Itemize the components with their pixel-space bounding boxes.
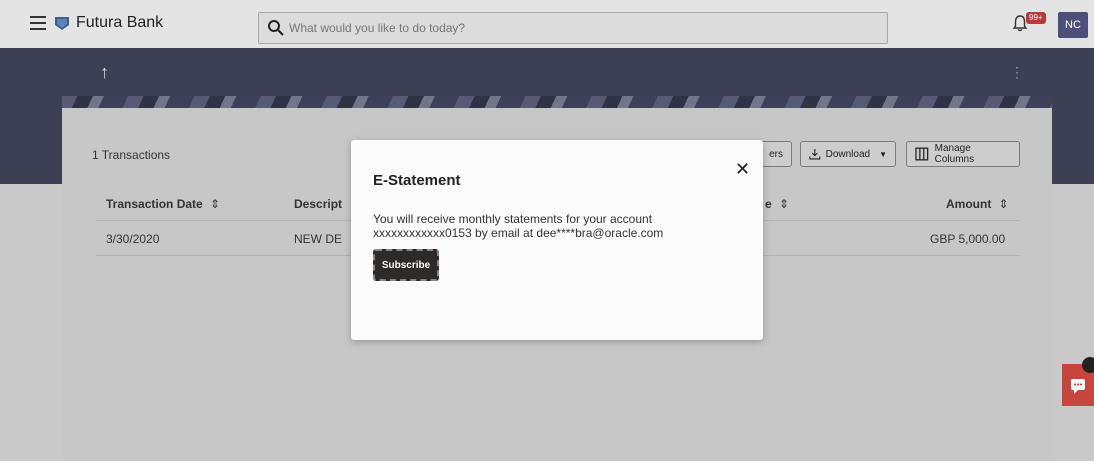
modal-message-line1: You will receive monthly statements for … (373, 212, 653, 226)
col-description-label: Descript (294, 197, 343, 211)
col-type[interactable]: e ⇕ (765, 197, 789, 211)
chat-indicator-dot (1082, 357, 1094, 373)
subscribe-button[interactable]: Subscribe (373, 249, 439, 281)
download-label: Download (825, 148, 871, 160)
col-type-label: e (765, 197, 772, 211)
col-amount-label: Amount (946, 197, 992, 211)
sort-icon: ⇕ (210, 197, 221, 211)
sort-icon: ⇕ (779, 197, 790, 211)
download-button[interactable]: Download ▼ (800, 141, 896, 167)
col-transaction-date-label: Transaction Date (106, 197, 203, 211)
col-description[interactable]: Descript (294, 197, 342, 211)
notification-badge: 99+ (1026, 12, 1046, 24)
caret-down-icon: ▼ (879, 149, 887, 159)
columns-icon (915, 147, 929, 161)
hamburger-menu-icon[interactable] (30, 16, 46, 30)
e-statement-modal: E-Statement ✕ You will receive monthly s… (351, 140, 763, 340)
up-arrow-icon[interactable]: ↑ (100, 62, 109, 83)
cell-date: 3/30/2020 (106, 232, 160, 246)
manage-columns-button[interactable]: Manage Columns (906, 141, 1020, 167)
sort-icon: ⇕ (998, 197, 1009, 211)
cell-amount: GBP 5,000.00 (930, 232, 1006, 246)
search-icon (268, 20, 284, 36)
brand-name[interactable]: Futura Bank (76, 14, 163, 32)
top-bar: Futura Bank 99+ NC (0, 0, 1094, 48)
search-box[interactable] (258, 12, 888, 44)
transactions-count: 1 Transactions (92, 148, 171, 162)
modal-message-line2: xxxxxxxxxxxx0153 by email at dee****bra@… (373, 226, 664, 240)
decorative-pattern (62, 96, 1052, 108)
close-icon[interactable]: ✕ (735, 160, 750, 178)
filters-label: ers (769, 148, 783, 160)
manage-columns-label: Manage Columns (934, 143, 975, 165)
col-transaction-date[interactable]: Transaction Date ⇕ (106, 197, 220, 211)
search-input[interactable] (289, 17, 879, 39)
modal-message: You will receive monthly statements for … (373, 212, 743, 240)
bank-logo-icon (55, 17, 69, 30)
download-icon (809, 149, 821, 160)
modal-title: E-Statement (373, 172, 461, 189)
avatar[interactable]: NC (1058, 12, 1088, 38)
kebab-icon[interactable]: ⋮ (1010, 64, 1024, 81)
cell-description: NEW DE (294, 232, 342, 246)
col-amount[interactable]: Amount ⇕ (946, 197, 1009, 211)
